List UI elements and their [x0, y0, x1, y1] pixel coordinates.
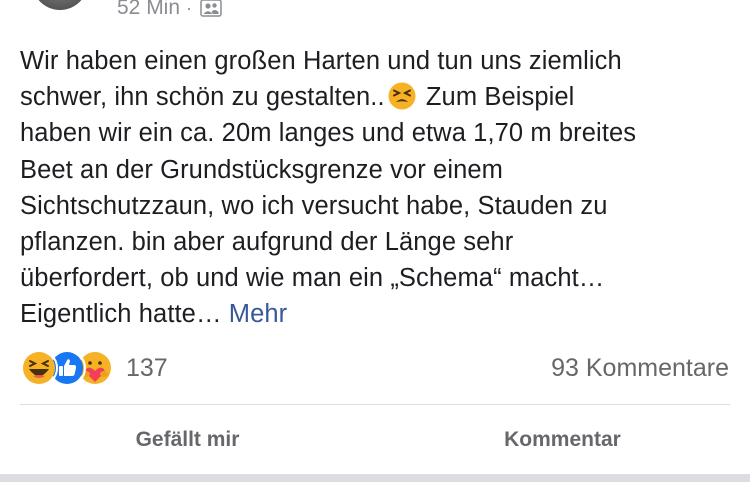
post-body: Wir haben einen großen Harten und tun un…	[20, 43, 735, 333]
post-text-line: Wir haben einen großen Harten und tun un…	[20, 47, 622, 75]
friends-icon[interactable]	[200, 0, 222, 17]
post-text-line: überfordert, ob und wie man ein „Schema“…	[20, 264, 605, 293]
post-text-line: schwer, ihn schön zu gestalten.. Zum Bei…	[20, 79, 735, 115]
reactions-summary[interactable]: 137	[20, 349, 168, 387]
meta-separator: ·	[186, 0, 193, 18]
reaction-count: 137	[126, 353, 168, 382]
post-text-line: Beet an der Grundstücksgrenze vor einem	[20, 155, 503, 184]
comment-count[interactable]: 93 Kommentare	[551, 354, 729, 383]
feed-separator	[0, 474, 750, 482]
post-text-line: haben wir ein ca. 20m langes und etwa 1,…	[20, 119, 637, 148]
tired-face-emoji	[387, 81, 417, 111]
author-avatar[interactable]	[32, 0, 88, 10]
post-text-line: Sichtschutzzaun, wo ich versucht habe, S…	[20, 191, 608, 220]
post-timestamp[interactable]: 52 Min	[117, 0, 180, 20]
actions-divider	[20, 404, 730, 405]
see-more-link[interactable]: Mehr	[229, 300, 288, 328]
post-meta: 52 Min ·	[117, 0, 222, 20]
post-text-line: Eigentlich hatte… Mehr	[20, 296, 735, 332]
post-text-segment: Zum Beispiel	[425, 83, 575, 112]
post-text-line: pflanzen. bin aber aufgrund der Länge se…	[20, 228, 514, 257]
post-actions: Gefällt mir Kommentar	[0, 406, 750, 474]
like-button[interactable]: Gefällt mir	[0, 406, 375, 474]
comment-button[interactable]: Kommentar	[375, 406, 750, 474]
post-text-segment: Eigentlich hatte…	[20, 300, 222, 329]
haha-reaction-icon	[20, 349, 58, 387]
post-text-segment: schwer, ihn schön zu gestalten..	[20, 83, 385, 112]
